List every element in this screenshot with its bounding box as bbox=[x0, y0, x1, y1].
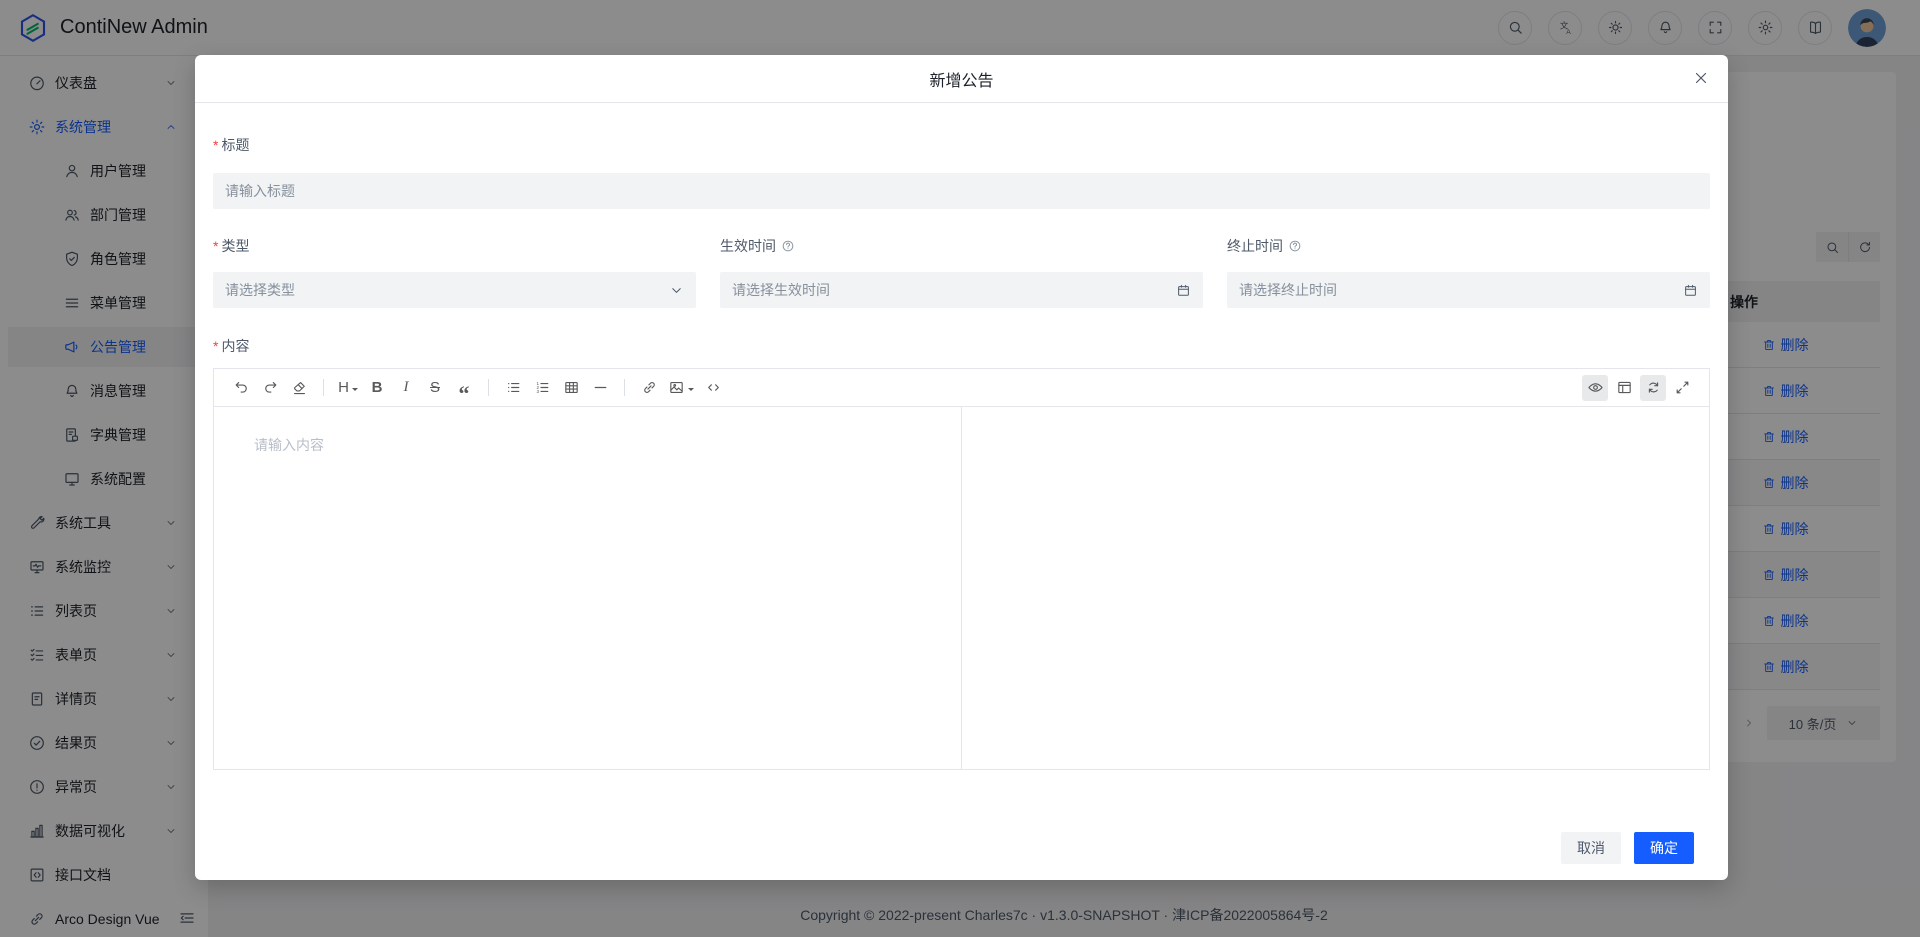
undo-button[interactable] bbox=[228, 375, 254, 401]
confirm-button[interactable]: 确定 bbox=[1634, 832, 1694, 864]
quote-glyph: “ bbox=[459, 378, 470, 398]
effective-time-placeholder: 请选择生效时间 bbox=[732, 280, 830, 300]
title-placeholder: 请输入标题 bbox=[225, 181, 295, 201]
eraser-icon bbox=[291, 379, 308, 396]
clear-format-button[interactable] bbox=[286, 375, 312, 401]
image-button[interactable] bbox=[665, 375, 697, 401]
end-time-field-label: 终止时间 bbox=[1227, 236, 1710, 256]
fullscreen-editor-button[interactable] bbox=[1669, 375, 1695, 401]
caret-down-icon bbox=[688, 388, 694, 394]
end-time-placeholder: 请选择终止时间 bbox=[1239, 280, 1337, 300]
code-button[interactable] bbox=[700, 375, 726, 401]
redo-button[interactable] bbox=[257, 375, 283, 401]
type-placeholder: 请选择类型 bbox=[225, 280, 295, 300]
ul-icon bbox=[505, 379, 522, 396]
bold-button[interactable]: B bbox=[364, 375, 390, 401]
toc-panel-button[interactable] bbox=[1611, 375, 1637, 401]
markdown-editor: H B I S “ 123 请输入内容 bbox=[213, 368, 1710, 770]
add-announcement-modal: 新增公告 标题 请输入标题 类型 请选择类型 生效时间 bbox=[195, 55, 1728, 880]
content-placeholder: 请输入内容 bbox=[254, 437, 324, 453]
title-input[interactable]: 请输入标题 bbox=[213, 173, 1710, 209]
effective-time-field-label: 生效时间 bbox=[720, 236, 1203, 256]
modal-body: 标题 请输入标题 类型 请选择类型 生效时间 请选择生 bbox=[195, 135, 1728, 770]
editor-input-pane[interactable]: 请输入内容 bbox=[214, 407, 962, 769]
ordered-list-button[interactable]: 123 bbox=[529, 375, 555, 401]
cancel-button[interactable]: 取消 bbox=[1561, 832, 1621, 864]
preview-button[interactable] bbox=[1582, 375, 1608, 401]
editor-body: 请输入内容 bbox=[214, 407, 1709, 769]
type-field: 类型 请选择类型 bbox=[213, 236, 696, 308]
field-label-text: 生效时间 bbox=[720, 236, 776, 256]
sync-icon bbox=[1645, 379, 1662, 396]
effective-time-field: 生效时间 请选择生效时间 bbox=[720, 236, 1203, 308]
expand-icon bbox=[1674, 379, 1691, 396]
layout-icon bbox=[1616, 379, 1633, 396]
field-label-text: 内容 bbox=[221, 336, 249, 356]
chain-icon bbox=[641, 379, 658, 396]
editor-toolbar: H B I S “ 123 bbox=[214, 369, 1709, 407]
eye-icon bbox=[1587, 379, 1604, 396]
italic-button[interactable]: I bbox=[393, 375, 419, 401]
field-label-text: 类型 bbox=[221, 236, 249, 256]
toolbar-divider bbox=[624, 379, 625, 396]
help-icon bbox=[1288, 239, 1302, 253]
calendar-icon bbox=[1176, 283, 1191, 298]
effective-time-picker[interactable]: 请选择生效时间 bbox=[720, 272, 1203, 308]
modal-title: 新增公告 bbox=[929, 67, 993, 91]
help-icon bbox=[781, 239, 795, 253]
field-label-text: 终止时间 bbox=[1227, 236, 1283, 256]
editor-toolbar-left: H B I S “ 123 bbox=[228, 375, 726, 401]
field-label-text: 标题 bbox=[221, 135, 249, 155]
end-time-field: 终止时间 请选择终止时间 bbox=[1227, 236, 1710, 308]
editor-toolbar-right bbox=[1582, 375, 1695, 401]
unordered-list-button[interactable] bbox=[500, 375, 526, 401]
strikethrough-button[interactable]: S bbox=[422, 375, 448, 401]
toolbar-divider bbox=[323, 379, 324, 396]
italic-glyph: I bbox=[404, 379, 409, 396]
toolbar-divider bbox=[488, 379, 489, 396]
ol-icon: 123 bbox=[534, 379, 551, 396]
title-field-label: 标题 bbox=[213, 135, 1710, 155]
heading-button[interactable]: H bbox=[335, 375, 361, 401]
editor-preview-pane bbox=[962, 407, 1710, 769]
calendar-icon bbox=[1683, 283, 1698, 298]
bold-glyph: B bbox=[372, 379, 383, 396]
horizontal-rule-button[interactable] bbox=[587, 375, 613, 401]
redo-icon bbox=[262, 379, 279, 396]
content-field-label: 内容 bbox=[213, 336, 1710, 356]
caret-down-icon bbox=[352, 388, 358, 394]
type-field-label: 类型 bbox=[213, 236, 696, 256]
close-icon[interactable] bbox=[1692, 69, 1710, 87]
modal-footer: 取消 确定 bbox=[1561, 832, 1694, 864]
sync-scroll-button[interactable] bbox=[1640, 375, 1666, 401]
heading-glyph: H bbox=[338, 379, 349, 396]
type-select[interactable]: 请选择类型 bbox=[213, 272, 696, 308]
code-icon bbox=[705, 379, 722, 396]
table-icon bbox=[563, 379, 580, 396]
modal-header: 新增公告 bbox=[195, 55, 1728, 103]
link-button[interactable] bbox=[636, 375, 662, 401]
image-icon bbox=[668, 379, 685, 396]
undo-icon bbox=[233, 379, 250, 396]
chevron-down-icon bbox=[669, 283, 684, 298]
strikethrough-glyph: S bbox=[430, 379, 440, 396]
svg-text:3: 3 bbox=[536, 389, 539, 394]
end-time-picker[interactable]: 请选择终止时间 bbox=[1227, 272, 1710, 308]
hr-icon bbox=[592, 379, 609, 396]
quote-button[interactable]: “ bbox=[451, 375, 477, 401]
field-row: 类型 请选择类型 生效时间 请选择生效时间 终止时间 bbox=[213, 236, 1710, 308]
table-button[interactable] bbox=[558, 375, 584, 401]
